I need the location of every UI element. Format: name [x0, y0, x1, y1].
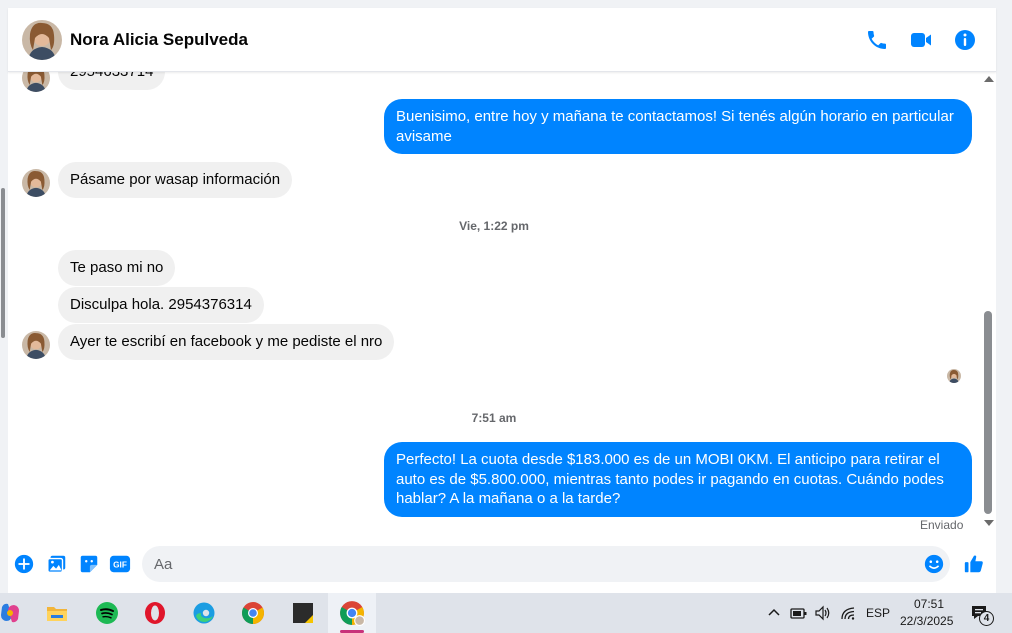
volume-icon[interactable]: [814, 605, 832, 621]
emoji-icon[interactable]: [923, 553, 945, 575]
like-icon[interactable]: [963, 553, 985, 575]
left-scrollbar-thumb[interactable]: [1, 188, 5, 338]
sticky-notes-icon[interactable]: [287, 597, 319, 629]
edge-icon[interactable]: [188, 597, 220, 629]
gif-icon[interactable]: GIF: [109, 553, 131, 575]
browser-top-strip: [0, 0, 1012, 8]
svg-text:GIF: GIF: [113, 561, 127, 570]
gallery-icon[interactable]: [46, 553, 68, 575]
chat-header: Nora Alicia Sepulveda: [8, 8, 996, 72]
message-input[interactable]: [142, 546, 950, 582]
scroll-down-arrow[interactable]: [984, 520, 994, 526]
sent-status: Enviado: [920, 518, 964, 532]
left-panel-edge: [0, 8, 8, 593]
language-indicator[interactable]: ESP: [866, 606, 890, 620]
incoming-message[interactable]: Ayer te escribí en facebook y me pediste…: [58, 324, 395, 360]
incoming-message[interactable]: Te paso mi no: [58, 250, 176, 286]
incoming-message[interactable]: Disculpa hola. 2954376314: [58, 287, 264, 323]
clock-time[interactable]: 07:51: [914, 597, 944, 611]
message-timestamp: 7:51 am: [471, 411, 517, 425]
contact-avatar-small[interactable]: [22, 169, 50, 197]
scroll-up-arrow[interactable]: [984, 76, 994, 82]
notification-count-badge: 4: [979, 611, 994, 626]
incoming-message[interactable]: Pásame por wasap información: [58, 162, 293, 198]
message-timestamp: Vie, 1:22 pm: [459, 219, 529, 233]
sticker-icon[interactable]: [78, 553, 100, 575]
chat-scrollbar-thumb[interactable]: [984, 311, 992, 514]
clock-date[interactable]: 22/3/2025: [900, 614, 953, 628]
battery-icon[interactable]: [790, 605, 808, 621]
phone-icon[interactable]: [865, 28, 889, 52]
plus-icon[interactable]: [13, 553, 35, 575]
chrome-icon[interactable]: [237, 597, 269, 629]
wifi-icon[interactable]: [840, 605, 858, 621]
right-panel-edge: [996, 8, 1012, 593]
spotify-icon[interactable]: [91, 597, 123, 629]
video-icon[interactable]: [909, 28, 933, 52]
copilot-icon[interactable]: [0, 597, 26, 629]
chat-window: Nora Alicia Sepulveda 2954633714 Buenisi…: [8, 8, 996, 593]
info-icon[interactable]: [953, 28, 977, 52]
message-composer: GIF: [8, 540, 996, 593]
file-explorer-icon[interactable]: [41, 597, 73, 629]
contact-avatar[interactable]: [22, 20, 62, 60]
read-receipt-avatar: [947, 369, 961, 383]
outgoing-message[interactable]: Perfecto! La cuota desde $183.000 es de …: [384, 442, 972, 517]
windows-taskbar: ESP 07:51 22/3/2025 4: [0, 593, 1012, 633]
chevron-up-icon[interactable]: [767, 607, 781, 617]
contact-name[interactable]: Nora Alicia Sepulveda: [70, 30, 248, 50]
contact-avatar-small[interactable]: [22, 331, 50, 359]
chrome-profile-icon[interactable]: [336, 597, 368, 629]
outgoing-message[interactable]: Buenisimo, entre hoy y mañana te contact…: [384, 99, 972, 154]
opera-icon[interactable]: [139, 597, 171, 629]
